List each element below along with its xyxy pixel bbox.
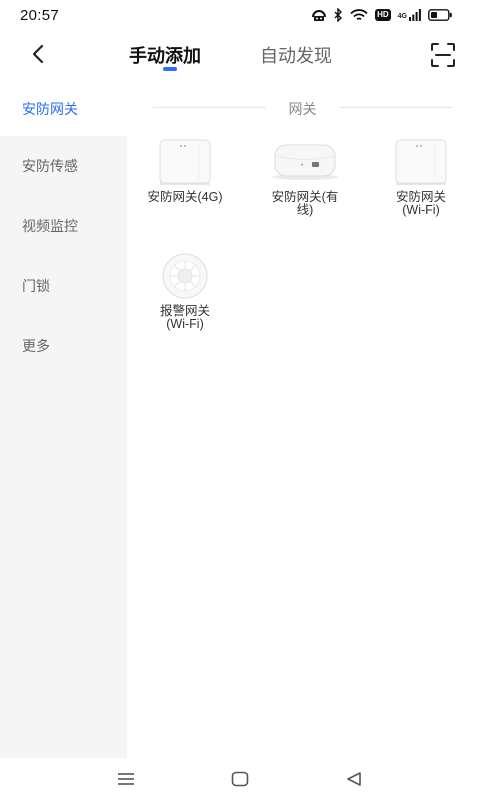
sidebar-item-video-monitor[interactable]: 视频监控	[0, 199, 127, 253]
status-icons: HD 4G	[311, 8, 452, 22]
device-name: 安防网关(4G)	[147, 190, 223, 204]
gateway-box-icon	[395, 139, 447, 185]
sidebar-item-security-gateway[interactable]: 安防网关	[0, 82, 127, 136]
network-type-label: 4G	[397, 13, 407, 20]
category-sidebar: 安防网关 安防传感 视频监控 门锁 更多	[0, 82, 127, 758]
system-nav-bar	[0, 758, 480, 800]
hd-icon: HD	[375, 9, 391, 21]
back-triangle-icon	[347, 772, 361, 786]
battery-icon	[428, 9, 452, 21]
section-title: 网关	[288, 101, 317, 117]
device-security-gateway-wifi[interactable]: 安防网关 (Wi-Fi)	[366, 139, 476, 217]
device-name: 安防网关(有 线)	[271, 190, 339, 217]
sidebar-item-door-lock[interactable]: 门锁	[0, 259, 127, 313]
wired-gateway-icon	[272, 144, 338, 180]
gateway-box-icon	[159, 139, 211, 185]
device-security-gateway-4g[interactable]: 安防网关(4G)	[130, 139, 240, 204]
section-header: 网关	[153, 97, 453, 117]
nfc-icon	[312, 10, 327, 21]
bluetooth-icon	[334, 8, 343, 22]
sidebar-item-more[interactable]: 更多	[0, 319, 127, 373]
scan-icon	[431, 43, 455, 67]
sidebar-item-security-sensor[interactable]: 安防传感	[0, 139, 127, 193]
status-bar: 20:57 HD 4G	[0, 0, 480, 32]
nav-back-button[interactable]	[342, 767, 366, 791]
header: 手动添加 自动发现	[0, 32, 480, 82]
device-alarm-gateway-wifi[interactable]: 报警网关 (Wi-Fi)	[130, 253, 240, 331]
signal-icon: 4G	[398, 9, 421, 21]
home-icon	[231, 771, 249, 787]
status-time: 20:57	[20, 7, 60, 24]
device-name: 安防网关 (Wi-Fi)	[395, 190, 446, 217]
wifi-icon	[350, 8, 368, 20]
menu-icon	[118, 773, 134, 785]
tab-auto-discover[interactable]: 自动发现	[260, 42, 332, 68]
home-button[interactable]	[228, 767, 252, 791]
section-divider-right	[339, 107, 453, 108]
back-button[interactable]	[24, 40, 52, 68]
device-security-gateway-wired[interactable]: 安防网关(有 线)	[250, 139, 360, 217]
device-name: 报警网关 (Wi-Fi)	[159, 304, 210, 331]
active-tab-indicator	[163, 67, 177, 71]
section-divider-left	[153, 107, 266, 108]
menu-button[interactable]	[114, 767, 138, 791]
scan-button[interactable]	[429, 41, 457, 69]
tab-manual-add[interactable]: 手动添加	[129, 42, 201, 68]
back-icon	[32, 44, 44, 64]
alarm-gateway-icon	[162, 253, 208, 299]
